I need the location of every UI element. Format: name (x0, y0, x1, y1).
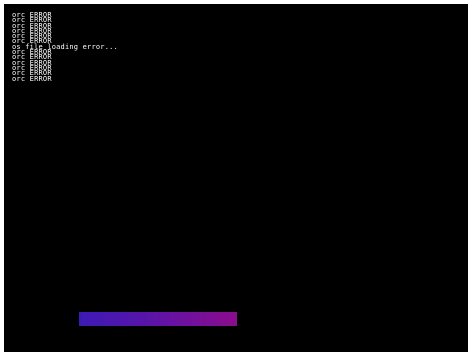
loading-progress-bar (79, 312, 237, 326)
console-line: orc ERROR (12, 74, 52, 83)
loading-progress-fill (79, 312, 237, 326)
console-log: orc ERROR orc ERROR orc ERROR orc ERROR … (12, 11, 118, 83)
boot-screen: orc ERROR orc ERROR orc ERROR orc ERROR … (4, 4, 468, 352)
